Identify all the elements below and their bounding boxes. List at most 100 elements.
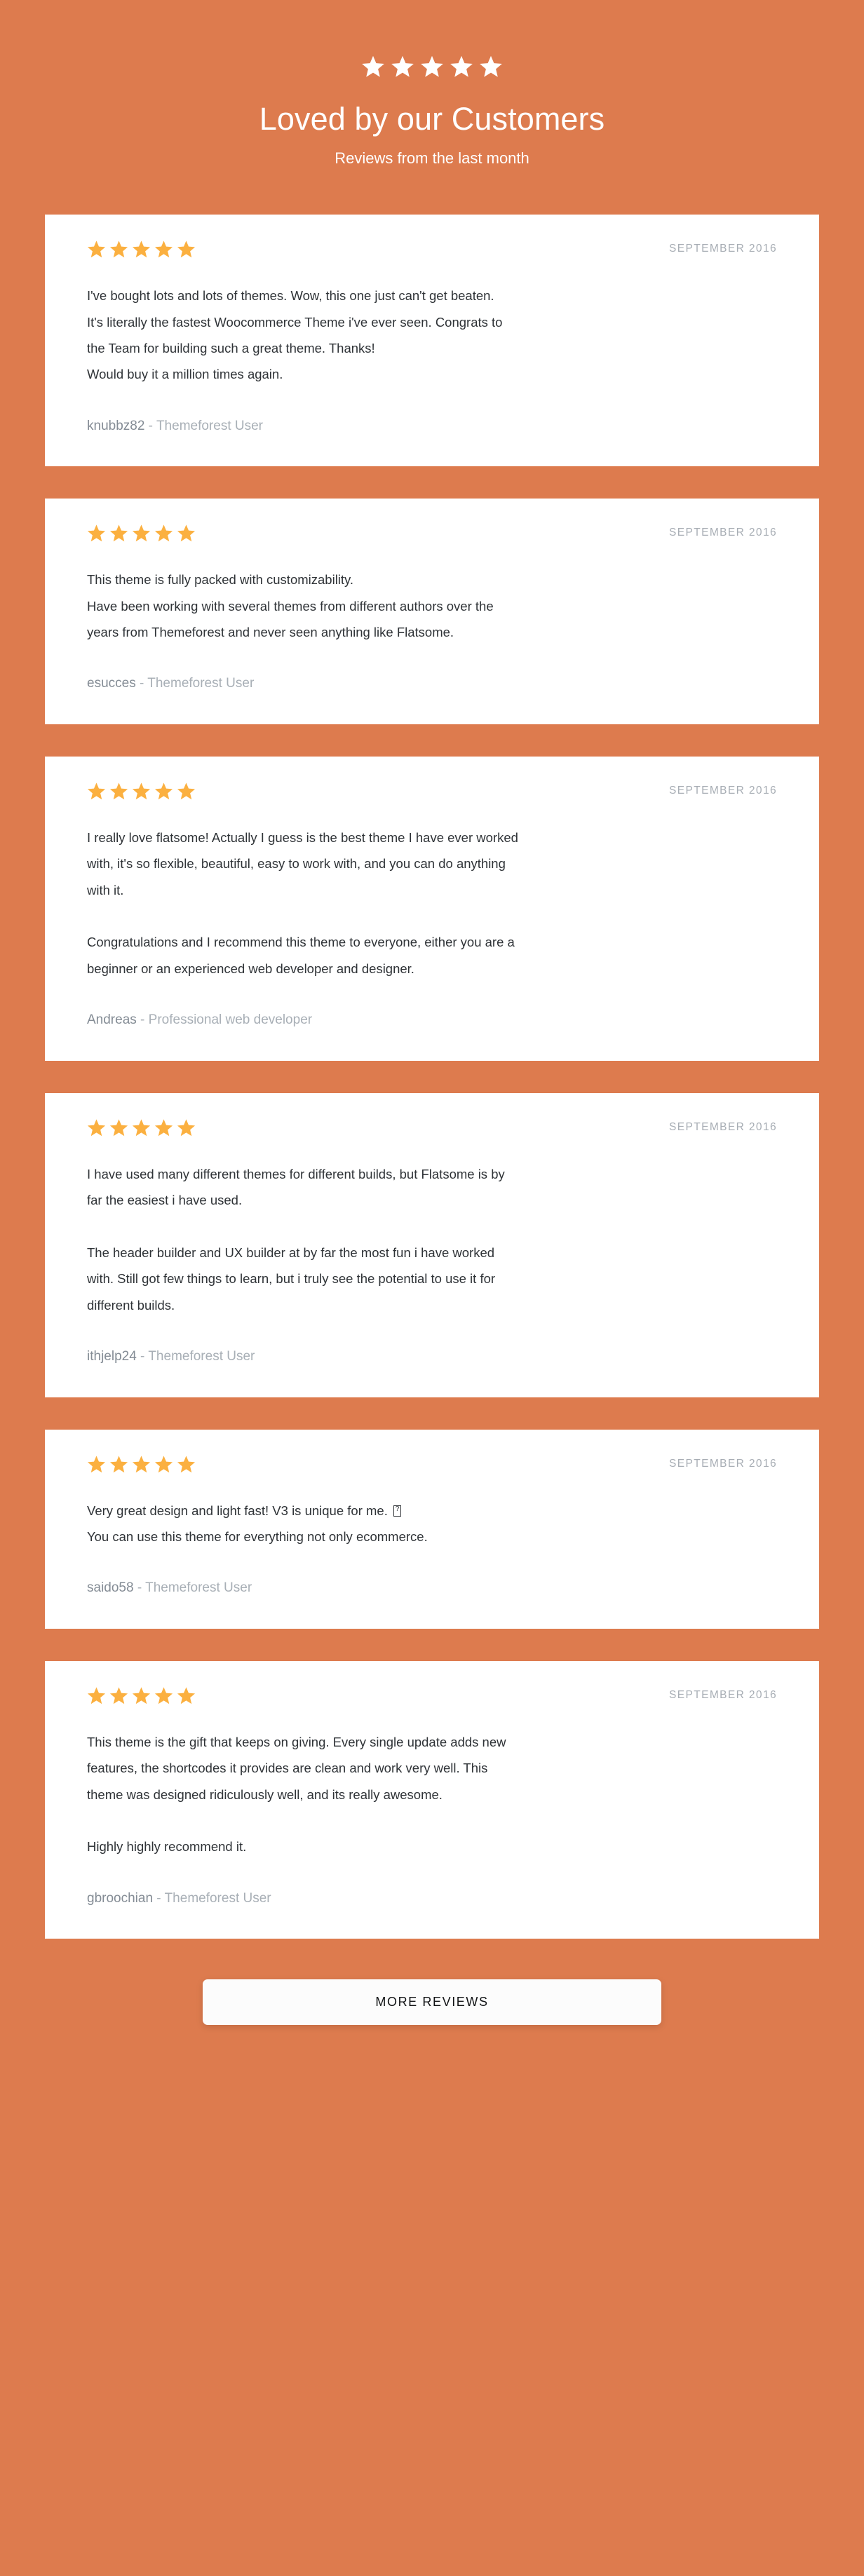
review-author: Andreas - Professional web developer bbox=[87, 1011, 777, 1030]
review-card: SEPTEMBER 2016 I have used many different… bbox=[45, 1092, 819, 1397]
review-date: SEPTEMBER 2016 bbox=[669, 1457, 777, 1470]
star-icon bbox=[391, 55, 414, 79]
star-icon bbox=[177, 240, 196, 259]
star-icon bbox=[132, 524, 151, 543]
star-icon bbox=[109, 240, 128, 259]
star-icon bbox=[154, 240, 173, 259]
review-date: SEPTEMBER 2016 bbox=[669, 785, 777, 797]
review-author: gbroochian - Themeforest User bbox=[87, 1890, 777, 1909]
review-star-rating bbox=[87, 1455, 196, 1474]
star-icon bbox=[87, 1118, 106, 1137]
star-icon bbox=[132, 240, 151, 259]
review-author-separator: - bbox=[136, 1348, 149, 1364]
review-body-text-part1: Very great design and light fast! V3 is … bbox=[87, 1503, 391, 1518]
star-icon bbox=[420, 55, 444, 79]
star-icon bbox=[154, 782, 173, 801]
reviews-list: SEPTEMBER 2016 I've bought lots and lots … bbox=[0, 215, 864, 1939]
review-card: SEPTEMBER 2016 This theme is fully packed… bbox=[45, 499, 819, 725]
review-author: knubbz82 - Themeforest User bbox=[87, 417, 777, 436]
star-icon bbox=[109, 1118, 128, 1137]
page-subtitle: Reviews from the last month bbox=[335, 149, 529, 167]
review-card: SEPTEMBER 2016 I've bought lots and lots … bbox=[45, 215, 819, 467]
review-author-role: Themeforest User bbox=[145, 1580, 252, 1596]
review-body-text-part2: You can use this theme for everything no… bbox=[87, 1528, 428, 1544]
review-date: SEPTEMBER 2016 bbox=[669, 243, 777, 255]
page-title: Loved by our Customers bbox=[259, 101, 605, 137]
review-body: Very great design and light fast! V3 is … bbox=[87, 1498, 777, 1550]
review-star-rating bbox=[87, 1686, 196, 1705]
review-author-name: gbroochian bbox=[87, 1890, 154, 1906]
star-icon bbox=[132, 1118, 151, 1137]
hero-section: Loved by our Customers Reviews from the … bbox=[0, 0, 864, 168]
review-card: SEPTEMBER 2016 I really love flatsome! Ac… bbox=[45, 757, 819, 1061]
star-icon bbox=[132, 782, 151, 801]
star-icon bbox=[87, 1686, 106, 1705]
review-author: ithjelp24 - Themeforest User bbox=[87, 1348, 777, 1367]
star-icon bbox=[177, 524, 196, 543]
star-icon bbox=[87, 782, 106, 801]
review-date: SEPTEMBER 2016 bbox=[669, 527, 777, 539]
review-author-role: Themeforest User bbox=[164, 1890, 271, 1906]
star-icon bbox=[361, 55, 385, 79]
review-author-role: Professional web developer bbox=[148, 1012, 313, 1028]
footer-section: MORE REVIEWS bbox=[0, 1979, 864, 2026]
review-body: This theme is the gift that keeps on giv… bbox=[87, 1729, 777, 1860]
review-author-name: Andreas bbox=[87, 1012, 137, 1028]
review-body-text: This theme is the gift that keeps on giv… bbox=[87, 1734, 506, 1855]
review-author: esucces - Themeforest User bbox=[87, 674, 777, 693]
star-icon bbox=[109, 1686, 128, 1705]
review-author-name: esucces bbox=[87, 676, 136, 691]
star-icon bbox=[154, 1118, 173, 1137]
star-icon bbox=[109, 782, 128, 801]
star-icon bbox=[177, 782, 196, 801]
review-author-separator: - bbox=[133, 1580, 146, 1596]
review-author-role: Themeforest User bbox=[148, 1348, 255, 1364]
review-author-separator: - bbox=[144, 418, 156, 433]
hero-star-rating bbox=[0, 55, 864, 79]
review-date: SEPTEMBER 2016 bbox=[669, 1688, 777, 1701]
review-author-role: Themeforest User bbox=[156, 418, 263, 433]
review-card-header: SEPTEMBER 2016 bbox=[87, 1455, 777, 1474]
review-author-separator: - bbox=[135, 676, 148, 691]
star-icon bbox=[132, 1455, 151, 1474]
review-card-header: SEPTEMBER 2016 bbox=[87, 782, 777, 801]
star-icon bbox=[87, 240, 106, 259]
review-body: I have used many different themes for di… bbox=[87, 1161, 777, 1318]
star-icon bbox=[132, 1686, 151, 1705]
review-card: SEPTEMBER 2016 Very great design and ligh… bbox=[45, 1429, 819, 1629]
review-card-header: SEPTEMBER 2016 bbox=[87, 1118, 777, 1137]
review-star-rating bbox=[87, 1118, 196, 1137]
review-body-text: This theme is fully packed with customiz… bbox=[87, 572, 494, 640]
review-author-name: ithjelp24 bbox=[87, 1348, 137, 1364]
star-icon bbox=[109, 524, 128, 543]
star-icon bbox=[154, 1686, 173, 1705]
review-author: saido58 - Themeforest User bbox=[87, 1579, 777, 1598]
review-body: This theme is fully packed with customiz… bbox=[87, 567, 777, 645]
star-icon bbox=[87, 524, 106, 543]
review-body-text: I've bought lots and lots of themes. Wow… bbox=[87, 288, 503, 382]
review-star-rating bbox=[87, 240, 196, 259]
more-reviews-button[interactable]: MORE REVIEWS bbox=[203, 1979, 661, 2026]
review-author-name: knubbz82 bbox=[87, 418, 145, 433]
review-author-name: saido58 bbox=[87, 1580, 134, 1596]
review-card: SEPTEMBER 2016 This theme is the gift tha… bbox=[45, 1660, 819, 1939]
review-card-header: SEPTEMBER 2016 bbox=[87, 524, 777, 543]
star-icon bbox=[177, 1455, 196, 1474]
review-body: I've bought lots and lots of themes. Wow… bbox=[87, 283, 777, 387]
star-icon bbox=[109, 1455, 128, 1474]
star-icon bbox=[450, 55, 473, 79]
star-icon bbox=[87, 1455, 106, 1474]
missing-glyph-icon bbox=[393, 1504, 401, 1517]
star-icon bbox=[177, 1686, 196, 1705]
review-body: I really love flatsome! Actually I guess… bbox=[87, 825, 777, 982]
star-icon bbox=[154, 524, 173, 543]
review-author-role: Themeforest User bbox=[147, 676, 255, 691]
star-icon bbox=[154, 1455, 173, 1474]
review-card-header: SEPTEMBER 2016 bbox=[87, 240, 777, 259]
review-body-text: I have used many different themes for di… bbox=[87, 1166, 505, 1313]
review-card-header: SEPTEMBER 2016 bbox=[87, 1686, 777, 1705]
review-star-rating bbox=[87, 782, 196, 801]
star-icon bbox=[479, 55, 503, 79]
review-author-separator: - bbox=[136, 1012, 149, 1028]
review-star-rating bbox=[87, 524, 196, 543]
